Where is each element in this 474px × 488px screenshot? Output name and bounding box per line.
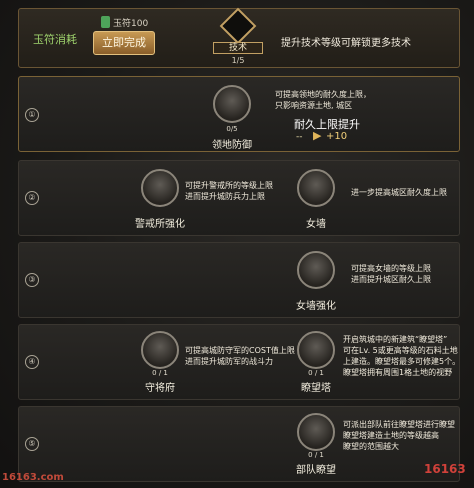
watchtower-icon[interactable] bbox=[297, 331, 335, 369]
cost-label: 玉符消耗 bbox=[33, 33, 77, 46]
header-description: 提升技术等级可解锁更多技术 bbox=[281, 38, 411, 49]
node-name: 领地防御 bbox=[212, 140, 252, 151]
tech-tier-row-4: ④ 0 / 1 守将府 可提高城防守军的COST值上限 进而提升城防军的战斗力 … bbox=[18, 324, 460, 400]
parapet-upgrade-icon[interactable] bbox=[297, 251, 335, 289]
node-description: 可提高城防守军的COST值上限 进而提升城防军的战斗力 bbox=[185, 346, 295, 366]
node-progress: 0/5 bbox=[226, 125, 238, 133]
node-name: 守将府 bbox=[145, 383, 175, 394]
node-description: 可提高领地的耐久度上限， 只影响资源土地, 城区 bbox=[275, 90, 371, 110]
jade-icon bbox=[101, 16, 110, 28]
node-description: 可提高女墙的等级上限 进而提升城区耐久上限 bbox=[351, 264, 431, 284]
watermark-right: 16163 bbox=[424, 462, 466, 476]
finish-now-button[interactable]: 立即完成 bbox=[93, 31, 155, 55]
troop-lookout-icon[interactable] bbox=[297, 413, 335, 451]
node-name: 女墙 bbox=[306, 219, 326, 230]
node-name: 警戒所强化 bbox=[135, 219, 185, 230]
tier-number: ⑤ bbox=[25, 437, 39, 451]
tech-tier-row-2: ② 警戒所强化 可提升警戒所的等级上限 进而提升城防兵力上限 女墙 进一步提高城… bbox=[18, 160, 460, 236]
general-mansion-icon[interactable] bbox=[141, 331, 179, 369]
watermark-left: 16163.com bbox=[2, 472, 64, 483]
node-name: 女墙强化 bbox=[296, 301, 336, 312]
arrow-right-icon: ▶ bbox=[313, 129, 322, 142]
territory-defense-icon[interactable] bbox=[213, 85, 251, 123]
tech-icon bbox=[219, 7, 257, 45]
tech-tier-row-3: ③ 女墙强化 可提高女墙的等级上限 进而提升城区耐久上限 bbox=[18, 242, 460, 318]
node-name: 瞭望塔 bbox=[301, 383, 331, 394]
parapet-icon[interactable] bbox=[297, 169, 335, 207]
effect-current: -- bbox=[296, 132, 303, 142]
tier-number: ④ bbox=[25, 355, 39, 369]
node-description: 开启筑城中的新建筑“瞭望塔” 可在Lv. 5或更高等级的石料土地 上建造。瞭望塔… bbox=[343, 335, 461, 377]
tech-tier-row-1: ① 0/5 领地防御 可提高领地的耐久度上限， 只影响资源土地, 城区 耐久上限… bbox=[18, 76, 460, 152]
effect-title: 耐久上限提升 bbox=[294, 118, 360, 131]
tier-number: ③ bbox=[25, 273, 39, 287]
effect-next: +10 bbox=[326, 131, 348, 142]
node-progress: 0 / 1 bbox=[152, 369, 168, 377]
tech-header-panel: 玉符消耗 玉符100 立即完成 技术 1/5 提升技术等级可解锁更多技术 bbox=[18, 7, 460, 69]
node-progress: 0 / 1 bbox=[308, 369, 324, 377]
jade-cost: 玉符100 bbox=[113, 19, 149, 29]
node-progress: 0 / 1 bbox=[308, 451, 324, 459]
tier-number: ② bbox=[25, 191, 39, 205]
tech-medal[interactable]: 技术 1/5 bbox=[209, 7, 267, 69]
node-description: 可派出部队前往瞭望塔进行瞭望 瞭望塔建造土地的等级越高 瞭望的范围越大 bbox=[343, 420, 455, 451]
node-description: 可提升警戒所的等级上限 进而提升城防兵力上限 bbox=[185, 181, 273, 201]
tier-number: ① bbox=[25, 108, 39, 122]
tech-name: 技术 bbox=[213, 42, 263, 54]
node-name: 部队瞭望 bbox=[296, 465, 336, 476]
watchpost-upgrade-icon[interactable] bbox=[141, 169, 179, 207]
tech-tier-row-5: ⑤ 0 / 1 部队瞭望 可派出部队前往瞭望塔进行瞭望 瞭望塔建造土地的等级越高… bbox=[18, 406, 460, 482]
node-description: 进一步提高城区耐久度上限 bbox=[351, 188, 447, 197]
tech-progress: 1/5 bbox=[231, 56, 245, 65]
